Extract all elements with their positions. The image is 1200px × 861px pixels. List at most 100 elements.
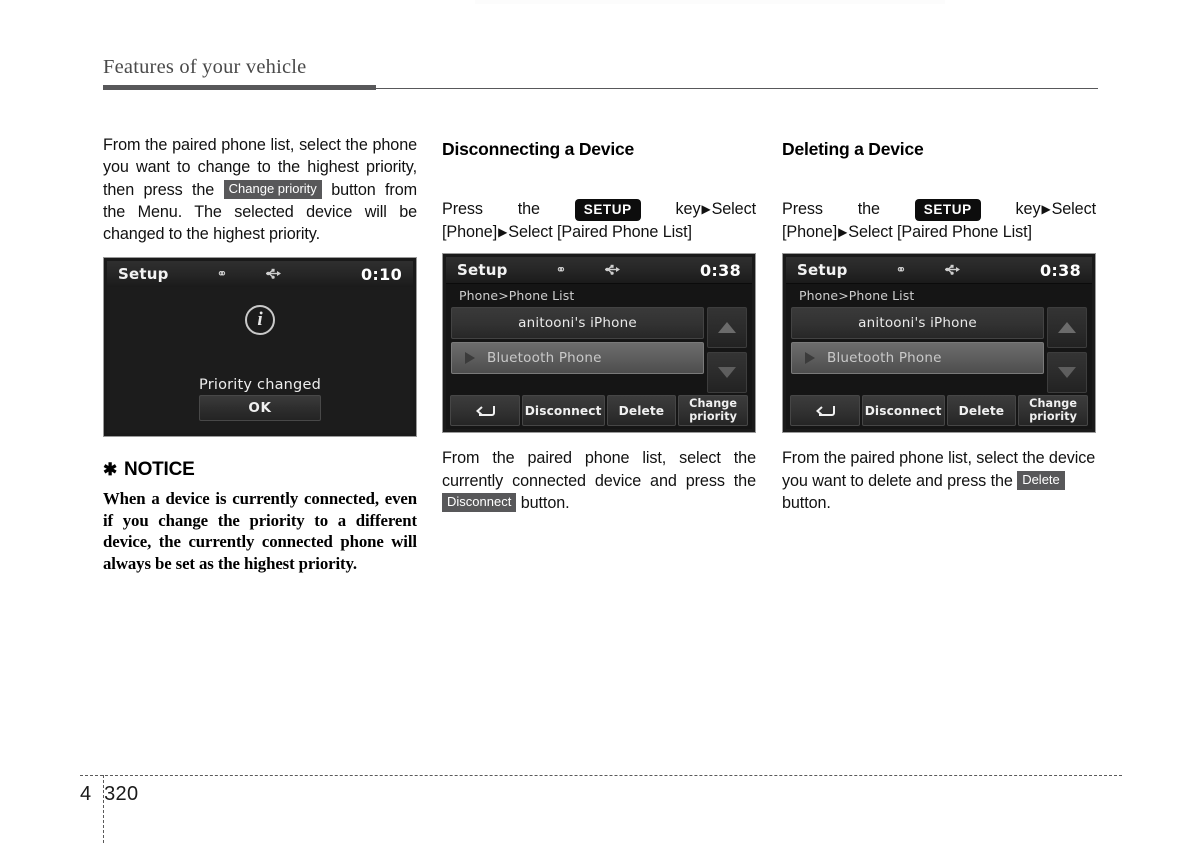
- middle-path-paragraph: Press the SETUP key▶Select [Phone]▶Selec…: [442, 199, 756, 241]
- status-bar: Setup ⚭ 0:38: [786, 257, 1092, 285]
- back-button[interactable]: [450, 395, 520, 427]
- list-item-phone[interactable]: anitooni's iPhone: [791, 307, 1044, 340]
- notice-body: When a device is currently connected, ev…: [103, 489, 417, 573]
- change-priority-inline-badge[interactable]: Change priority: [223, 179, 322, 200]
- status-bar: Setup ⚭ 0:38: [446, 257, 752, 285]
- status-title: Setup: [797, 261, 848, 280]
- scroll-down-icon: [718, 367, 736, 379]
- setup-key-badge[interactable]: SETUP: [914, 199, 981, 221]
- disconnect-button[interactable]: Disconnect: [521, 395, 605, 427]
- page-header: Features of your vehicle: [103, 56, 1098, 91]
- screen-inner: Setup ⚭ 0:38 Phone>Phone List anitooni's…: [446, 257, 752, 430]
- right-path-select1-a: Select: [1051, 200, 1096, 218]
- usb-icon: [944, 262, 961, 278]
- right-caption-part2: button.: [782, 493, 831, 512]
- status-time: 0:10: [361, 264, 402, 284]
- breadcrumb: Phone>Phone List: [799, 288, 915, 304]
- asterisk-icon: ✱: [103, 460, 118, 480]
- message-area: i Priority changed OK: [107, 287, 413, 434]
- status-title: Setup: [118, 265, 169, 284]
- footer-divider: [80, 775, 1122, 776]
- phone-list: anitooni's iPhone Bluetooth Phone: [451, 307, 704, 393]
- breadcrumb: Phone>Phone List: [459, 288, 575, 304]
- middle-path-select1-a: Select: [711, 200, 756, 218]
- left-intro-paragraph: From the paired phone list, select the p…: [103, 134, 417, 245]
- section-heading-deleting: Deleting a Device: [782, 139, 924, 159]
- setup-key-badge[interactable]: SETUP: [574, 199, 641, 221]
- middle-caption: From the paired phone list, select the c…: [442, 447, 756, 514]
- bluetooth-icon: ⚭: [216, 266, 228, 282]
- arrow-right-icon-2: ▶: [498, 225, 508, 239]
- right-path-the: the: [857, 200, 880, 218]
- middle-path-the: the: [517, 200, 540, 218]
- ok-button[interactable]: OK: [199, 395, 321, 422]
- headunit-screen-phone-list-middle: Setup ⚭ 0:38 Phone>Phone List anitooni's…: [442, 253, 756, 434]
- right-path-select2: Select [Paired Phone List]: [848, 223, 1032, 241]
- arrow-right-icon: ▶: [1041, 202, 1051, 216]
- header-rule-thick: [103, 84, 376, 90]
- bluetooth-icon: ⚭: [895, 262, 907, 278]
- column-middle: Disconnecting a Device Press the SETUP k…: [442, 134, 756, 514]
- footer: 4 320: [80, 783, 138, 806]
- header-rule-thin: [376, 87, 1098, 90]
- notice-block: ✱ NOTICE When a device is currently conn…: [103, 459, 417, 574]
- scroll-down-button[interactable]: [1047, 352, 1087, 394]
- status-icons: ⚭: [556, 262, 622, 278]
- right-path-press: Press: [782, 200, 823, 218]
- screen-inner: Setup ⚭ 0:38 Phone>Phone List anitooni's…: [786, 257, 1092, 430]
- middle-caption-part1: From the paired phone list, select the c…: [442, 449, 756, 490]
- scroll-down-icon: [1058, 367, 1076, 379]
- list-item-label: Bluetooth Phone: [487, 350, 602, 367]
- scroll-up-button[interactable]: [707, 307, 747, 349]
- usb-icon: [265, 266, 282, 282]
- screen-bottom-bar: Disconnect Delete Change priority: [449, 395, 749, 427]
- screen-bottom-bar: Disconnect Delete Change priority: [789, 395, 1089, 427]
- usb-icon: [604, 262, 621, 278]
- scrollbar[interactable]: [1047, 307, 1087, 394]
- change-priority-button[interactable]: Change priority: [1018, 395, 1088, 427]
- right-path-paragraph: Press the SETUP key▶Select [Phone]▶Selec…: [782, 199, 1096, 241]
- status-time: 0:38: [1040, 260, 1081, 280]
- delete-button[interactable]: Delete: [946, 395, 1017, 427]
- chapter-number: 4: [80, 783, 92, 805]
- headunit-screen-priority-changed: Setup ⚭ 0:10 i Priority changed OK: [103, 257, 417, 438]
- list-item-bluetooth-phone[interactable]: Bluetooth Phone: [451, 342, 704, 375]
- section-heading-disconnecting: Disconnecting a Device: [442, 139, 635, 159]
- right-caption: From the paired phone list, select the d…: [782, 447, 1096, 514]
- middle-caption-part2: button.: [520, 493, 570, 512]
- status-time: 0:38: [700, 260, 741, 280]
- phone-list: anitooni's iPhone Bluetooth Phone: [791, 307, 1044, 393]
- list-item-bluetooth-phone[interactable]: Bluetooth Phone: [791, 342, 1044, 375]
- right-path-key: key: [1015, 200, 1041, 218]
- scrollbar[interactable]: [707, 307, 747, 394]
- scroll-up-icon: [718, 322, 736, 334]
- column-left: From the paired phone list, select the p…: [103, 134, 417, 574]
- delete-button[interactable]: Delete: [606, 395, 677, 427]
- middle-path-press: Press: [442, 200, 483, 218]
- play-triangle-icon: [805, 352, 815, 365]
- phone-list-area: anitooni's iPhone Bluetooth Phone: [791, 307, 1087, 394]
- disconnect-inline-badge[interactable]: Disconnect: [442, 492, 517, 513]
- phone-list-area: anitooni's iPhone Bluetooth Phone: [451, 307, 747, 394]
- delete-inline-badge[interactable]: Delete: [1017, 470, 1065, 491]
- status-icons: ⚭: [896, 262, 962, 278]
- back-button[interactable]: [790, 395, 860, 427]
- scroll-down-button[interactable]: [707, 352, 747, 394]
- play-triangle-icon: [465, 352, 475, 365]
- status-bar: Setup ⚭ 0:10: [107, 261, 413, 289]
- arrow-right-icon-2: ▶: [838, 225, 848, 239]
- list-item-phone[interactable]: anitooni's iPhone: [451, 307, 704, 340]
- headunit-screen-phone-list-right: Setup ⚭ 0:38 Phone>Phone List anitooni's…: [782, 253, 1096, 434]
- column-right: Deleting a Device Press the SETUP key▶Se…: [782, 134, 1096, 514]
- middle-path-select2: Select [Paired Phone List]: [508, 223, 692, 241]
- scroll-up-button[interactable]: [1047, 307, 1087, 349]
- notice-heading: ✱ NOTICE: [103, 459, 417, 481]
- status-title: Setup: [457, 261, 508, 280]
- notice-heading-label: NOTICE: [124, 459, 195, 481]
- disconnect-button[interactable]: Disconnect: [861, 395, 945, 427]
- arrow-right-icon: ▶: [701, 202, 711, 216]
- scan-artifact: [475, 0, 945, 4]
- change-priority-button[interactable]: Change priority: [678, 395, 748, 427]
- info-icon: i: [245, 305, 275, 336]
- bluetooth-icon: ⚭: [555, 262, 567, 278]
